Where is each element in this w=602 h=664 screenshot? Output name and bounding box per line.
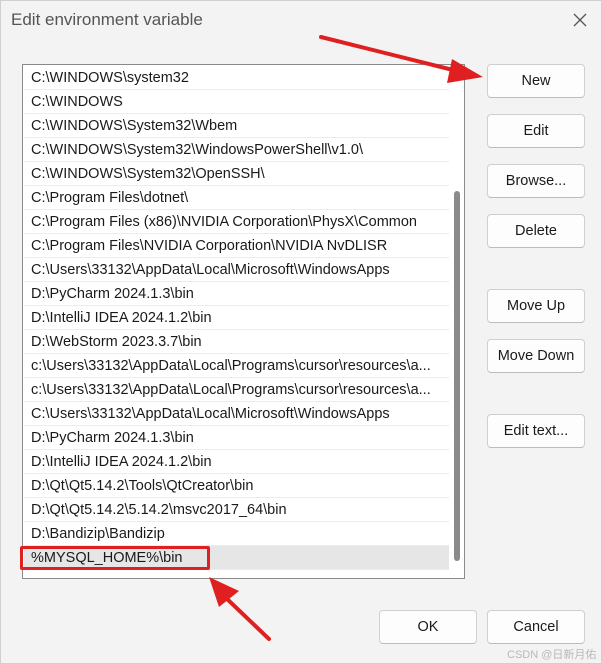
arrow-to-new-button [319, 35, 483, 83]
arrow-to-new-entry [209, 577, 271, 641]
annotation-arrows [209, 35, 483, 641]
watermark: CSDN @日新月佑 [507, 649, 597, 661]
edit-environment-variable-dialog: Edit environment variable C:\WINDOWS\sys… [0, 0, 602, 664]
